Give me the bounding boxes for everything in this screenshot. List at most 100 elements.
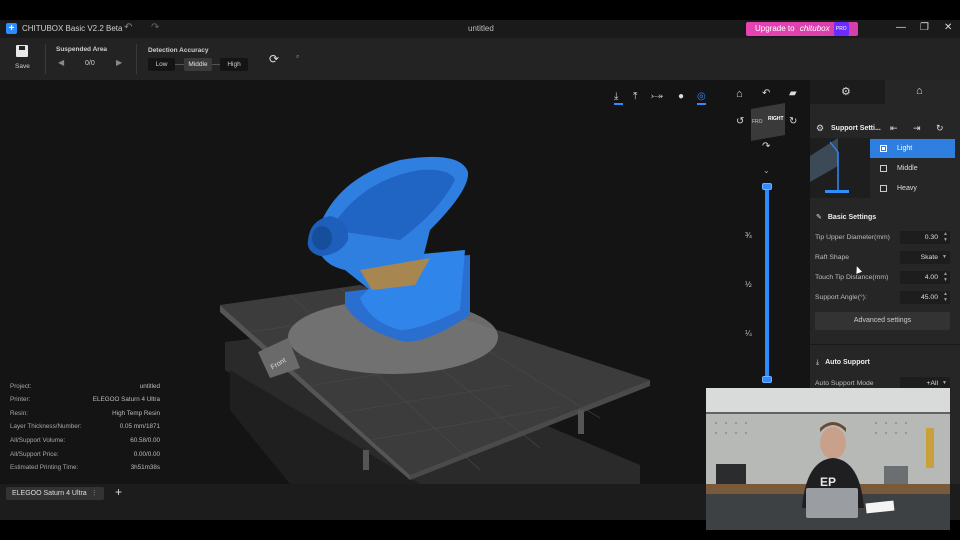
upgrade-button[interactable]: Upgrade to chitubox PRO [746,22,858,36]
info-label: Layer Thickness/Number: [10,423,82,430]
support-tab-icon: ⌂ [916,85,923,97]
undo-icon[interactable]: ↶ [124,22,132,33]
tab-file-settings[interactable]: ⚙ [810,80,885,104]
param-value: Skate [920,254,938,261]
param-label: Raft Shape [815,254,850,261]
upgrade-brand: chitubox [799,24,830,33]
support-tree-icon[interactable]: ⤐ [651,91,663,102]
info-label: Printer: [10,396,31,403]
info-row-resin: Resin: High Temp Resin [10,410,160,417]
pro-badge: PRO [833,22,849,36]
layer-fraction-half: ½ [745,280,752,289]
info-value: 3h51m38s [130,464,160,471]
gear-icon: ⚙ [816,123,825,133]
info-label: Estimated Printing Time: [10,464,79,471]
chevron-down-icon[interactable]: ⌄ [763,166,770,175]
layer-fraction-three-quarter: ¾ [745,231,752,240]
density-label: Light [897,145,913,152]
basic-settings-title: Basic Settings [827,214,877,221]
spinner-icon[interactable]: ▲ ▼ [943,231,948,243]
checkbox-icon [880,185,887,192]
support-angle-input[interactable]: 45.00 ▲ ▼ [900,291,950,304]
support-tool-icon[interactable]: ⤓ [614,91,624,105]
layer-slider[interactable] [765,186,769,382]
printer-tab[interactable]: ELEGOO Saturn 4 Ultra ⋮ [6,487,104,500]
rotate-right-icon[interactable]: ↻ [789,116,797,127]
info-value: untitled [139,383,160,390]
tab-support[interactable]: ⌂ [885,80,960,104]
auto-support-title: Auto Support [825,359,870,366]
search-icon[interactable]: ⌕ [296,54,299,61]
accuracy-low-button[interactable]: Low [148,58,175,71]
support-branch-icon[interactable]: ⤒ [633,91,637,102]
close-icon[interactable]: ✕ [944,22,952,33]
density-label: Middle [897,165,918,172]
raft-shape-select[interactable]: Skate ▼ [900,251,950,264]
refresh-icon[interactable]: ⟳ [269,52,279,66]
minimize-icon[interactable]: — [896,22,906,33]
info-label: Project: [10,383,32,390]
import-icon[interactable]: ⇤ [890,123,898,134]
density-heavy-option[interactable]: Heavy [870,179,955,198]
add-tab-button[interactable]: + [115,485,122,499]
info-row-layer: Layer Thickness/Number: 0.05 mm/1871 [10,423,160,430]
perspective-icon[interactable]: ▰ [789,88,797,99]
tip-diameter-input[interactable]: 0.30 ▲ ▼ [900,231,950,244]
density-middle-option[interactable]: Middle [870,159,955,178]
home-view-icon[interactable]: ⌂ [736,88,743,100]
support-preview [810,138,870,198]
restore-icon[interactable]: ❐ [920,22,929,33]
suspended-area-label: Suspended Area [56,46,108,53]
accuracy-high-button[interactable]: High [220,58,248,71]
app-logo-icon: + [6,23,17,34]
auto-support-header: ⤓ Auto Support [816,359,870,367]
param-value: 45.00 [920,294,938,301]
accuracy-middle-button[interactable]: Middle [184,58,212,71]
checkbox-icon [880,165,887,172]
shading-icon[interactable]: ● [678,91,684,102]
document-title: untitled [468,24,494,33]
suspended-prev-icon[interactable]: ◀ [58,58,64,67]
export-icon[interactable]: ⇥ [913,123,921,134]
panel-divider [810,344,960,345]
density-light-option[interactable]: Light [870,139,955,158]
view-cube-right-face[interactable]: RIGHT [768,116,784,122]
info-row-price: All/Support Price: 0.00/0.00 [10,451,160,458]
reset-icon[interactable]: ↻ [936,123,944,134]
auto-support-mode-label: Auto Support Mode [815,380,874,387]
rotate-down-icon[interactable]: ↷ [762,141,770,152]
layer-slider-bottom-handle[interactable] [762,376,772,383]
param-value: +All [926,380,938,387]
webcam-overlay: EP [706,388,950,530]
save-button[interactable]: Save [15,63,30,70]
advanced-settings-button[interactable]: Advanced settings [815,312,950,330]
toolbar-divider [45,44,46,74]
more-icon[interactable]: ⋮ [91,490,98,497]
info-row-time: Estimated Printing Time: 3h51m38s [10,464,160,471]
auto-support-icon: ⤓ [816,359,820,366]
spinner-icon[interactable]: ▲ ▼ [943,271,948,283]
param-label: Support Angle(°): [815,294,867,301]
touch-tip-distance-input[interactable]: 4.00 ▲ ▼ [900,271,950,284]
redo-icon[interactable]: ↷ [151,22,159,33]
toolbar-divider [136,44,137,74]
rotate-up-icon[interactable]: ↶ [762,88,770,99]
info-row-project: Project: untitled [10,383,160,390]
param-value: 4.00 [924,274,938,281]
save-icon[interactable] [16,45,28,57]
file-settings-icon: ⚙ [841,86,851,98]
upgrade-label: Upgrade to [755,24,795,33]
view-cube-front-face[interactable]: FRO [752,119,763,125]
suspended-next-icon[interactable]: ▶ [116,58,122,67]
rotate-left-icon[interactable]: ↺ [736,116,744,127]
spinner-icon[interactable]: ▲ ▼ [943,291,948,303]
param-label: Touch Tip Distance(mm) [815,274,889,281]
support-settings-title: Support Setti... [831,125,881,132]
param-label: Tip Upper Diameter(mm) [815,234,890,241]
detection-accuracy-label: Detection Accuracy [148,47,209,54]
webcam-image: EP [706,388,950,530]
magic-wand-icon: ✎ [816,214,822,221]
layer-slider-top-handle[interactable] [762,183,772,190]
xray-icon[interactable]: ◎ [697,91,706,105]
printer-tab-label: ELEGOO Saturn 4 Ultra [12,490,87,497]
